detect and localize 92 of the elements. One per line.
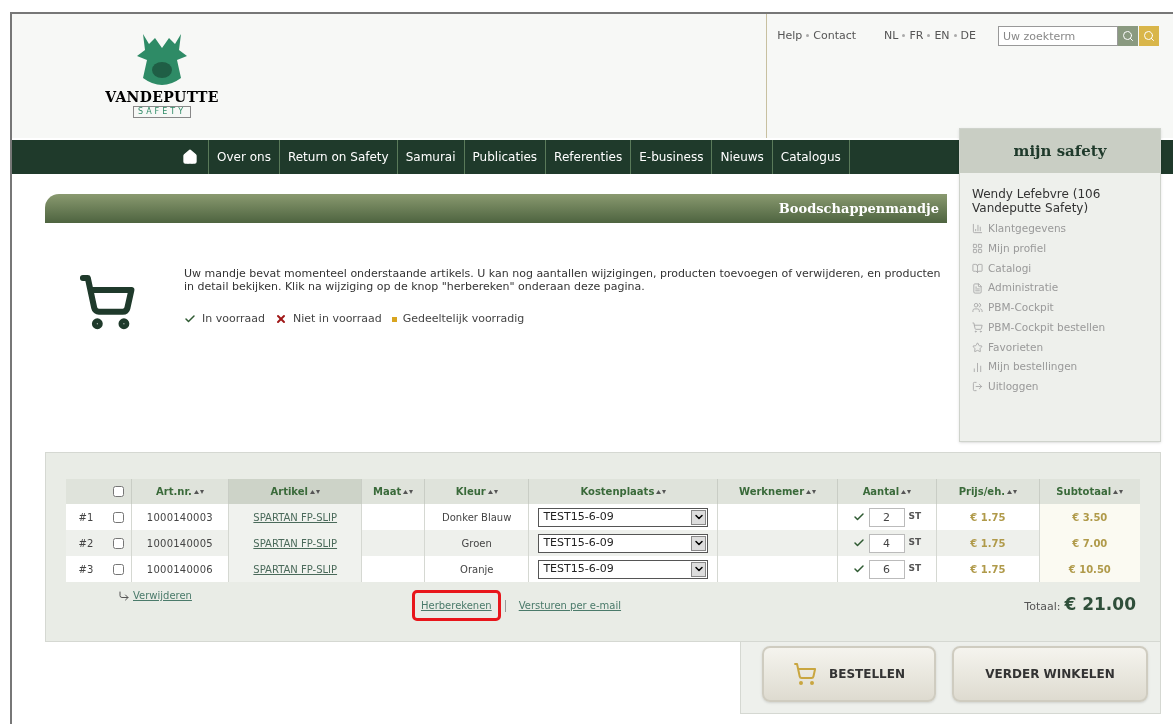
price-cell-text: € 1.75 [970, 510, 1006, 525]
article-link[interactable]: SPARTAN FP-SLIP [253, 535, 338, 551]
subtotal-cell-text: € 7.00 [1072, 536, 1108, 551]
subtotal-cell-text: € 10.50 [1068, 562, 1111, 577]
column-header[interactable]: Kostenplaats [580, 484, 655, 499]
price-cell-text: € 1.75 [970, 536, 1006, 551]
sort-icon[interactable] [1007, 488, 1018, 495]
cart-icon [972, 322, 983, 334]
column-header[interactable]: Art.nr. [156, 484, 192, 499]
table-cell-text: Oranje [460, 562, 494, 577]
table-cell-text: 1000140005 [146, 536, 213, 551]
table-cell-text: Donker Blauw [442, 510, 512, 525]
nav-item[interactable]: Publicaties [464, 140, 547, 174]
column-header[interactable]: Subtotaal [1056, 484, 1112, 499]
home-icon [182, 149, 198, 165]
cost-center-select[interactable]: TEST15-6-09 [538, 533, 709, 553]
cart-icon [78, 273, 136, 331]
row-checkbox[interactable] [112, 563, 124, 575]
cost-center-select[interactable]: TEST15-6-09 [538, 507, 709, 527]
logo-tagline: SAFETY [132, 106, 192, 118]
order-button[interactable]: BESTELLEN [762, 646, 936, 702]
nav-item[interactable]: Samurai [397, 140, 465, 174]
column-header[interactable]: Kleur [455, 484, 486, 499]
quantity-field[interactable]: 6 [868, 559, 905, 579]
star-icon [972, 341, 983, 353]
search-field[interactable]: Uw zoekterm [998, 26, 1118, 46]
page-title: Boodschappenmandje [778, 199, 939, 218]
nav-item[interactable]: Catalogus [772, 140, 850, 174]
table-cell-text: 1000140006 [146, 562, 213, 577]
search-icon [1122, 30, 1134, 42]
nav-item[interactable]: Over ons [209, 140, 280, 174]
language-link[interactable]: NL [884, 28, 899, 45]
column-header[interactable]: Prijs/eh. [958, 484, 1006, 499]
subtotal-cell-text: € 3.50 [1072, 510, 1108, 525]
logout-icon [972, 381, 983, 393]
people-icon [972, 302, 983, 314]
language-link[interactable]: DE [960, 28, 976, 45]
row-number: #2 [78, 536, 94, 551]
continue-shopping-button[interactable]: VERDER WINKELEN [952, 646, 1148, 702]
table-cell-text: 1000140003 [146, 510, 213, 525]
total-label: Totaal: [1024, 599, 1061, 615]
language-link[interactable]: EN [934, 28, 950, 45]
unit-label: ST [908, 562, 922, 576]
select-all-checkbox[interactable] [112, 486, 124, 497]
sort-icon[interactable] [487, 488, 498, 495]
nav-item[interactable]: Nieuws [712, 140, 773, 174]
nav-item[interactable]: Referenties [546, 140, 632, 174]
sort-icon[interactable] [309, 488, 320, 495]
bars-icon [972, 361, 983, 373]
row-number: #3 [78, 562, 94, 577]
action-link[interactable]: Versturen per e-mail [509, 590, 631, 621]
sort-icon[interactable] [656, 488, 667, 495]
column-header[interactable]: Maat [373, 484, 402, 499]
column-header[interactable]: Aantal [862, 484, 900, 499]
price-cell-text: € 1.75 [970, 562, 1006, 577]
legend-label: In voorraad [202, 311, 265, 327]
total-amount: € 21.00 [1064, 593, 1136, 616]
quantity-field[interactable]: 2 [868, 507, 905, 527]
sort-icon[interactable] [806, 488, 817, 495]
column-header[interactable]: Werknemer [739, 484, 805, 499]
arrow-icon [118, 589, 130, 602]
row-checkbox[interactable] [112, 511, 124, 523]
sort-icon[interactable] [901, 488, 912, 495]
chart-icon [972, 223, 983, 235]
row-number: #1 [78, 510, 94, 525]
user-name: Wendy Lefebvre (106 Vandeputte Safety) [972, 187, 1102, 215]
column-header[interactable]: Artikel [270, 484, 308, 499]
book-icon [972, 262, 983, 274]
top-link[interactable]: Contact [813, 28, 857, 45]
unit-label: ST [908, 536, 922, 550]
row-checkbox[interactable] [112, 537, 124, 549]
remove-link[interactable]: Verwijderen [133, 588, 192, 603]
sort-icon[interactable] [193, 488, 204, 495]
nav-item[interactable]: Return on Safety [279, 140, 398, 174]
legend-label: Gedeeltelijk voorradig [402, 311, 525, 327]
action-link[interactable]: Herberekenen [411, 590, 501, 621]
quantity-field[interactable]: 4 [868, 533, 905, 553]
top-link[interactable]: Help [777, 28, 803, 45]
legend-label: Niet in voorraad [293, 311, 382, 327]
language-link[interactable]: FR [909, 28, 924, 45]
table-cell-text: Groen [461, 536, 492, 551]
file-icon [972, 282, 983, 294]
unit-label: ST [908, 510, 922, 524]
sort-icon[interactable] [403, 488, 414, 495]
sidebar-title: mijn safety [1013, 140, 1107, 162]
cart-icon [793, 662, 818, 686]
intro-text: Uw mandje bevat momenteel onderstaande artikels. U kan nog aantallen wijzigingen, producten toevoegen of verwijderen, en producten in detail bekijken. Klik na wijziging op de knop "herbereken" onderaan deze pagina. [184, 267, 942, 293]
sort-icon[interactable] [1113, 488, 1124, 495]
logo-wordmark: VANDEPUTTE [105, 90, 219, 104]
nav-item[interactable]: E-business [631, 140, 713, 174]
cost-center-select[interactable]: TEST15-6-09 [538, 559, 709, 579]
search-icon [1143, 30, 1155, 42]
